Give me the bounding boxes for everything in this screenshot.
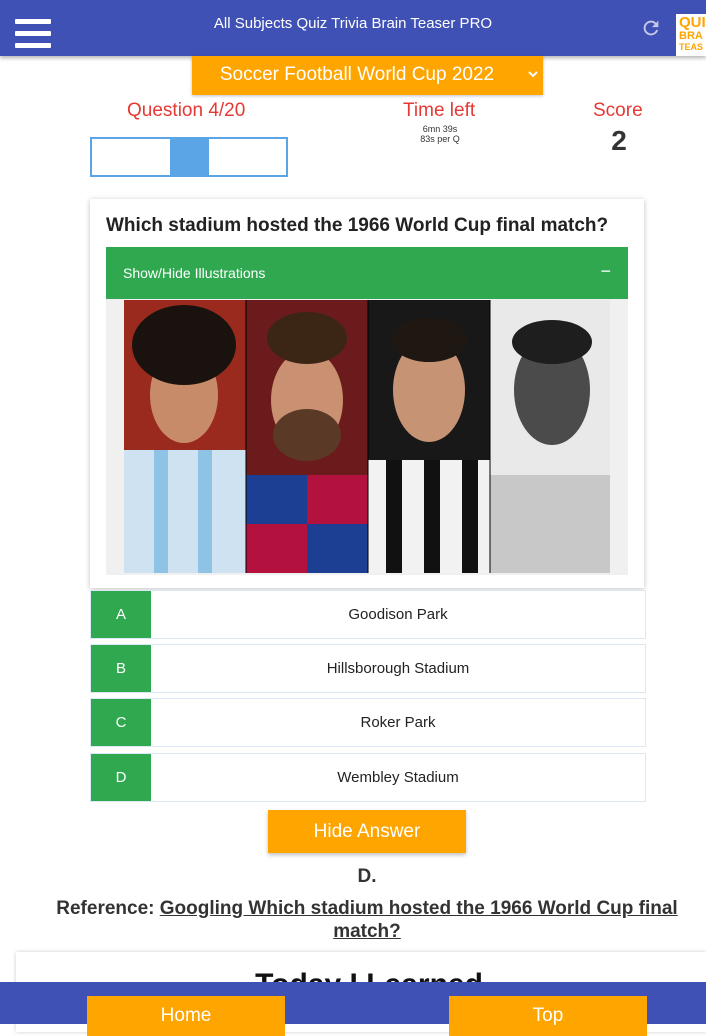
answer-letter: C xyxy=(91,699,151,746)
time-per-question: 83s per Q xyxy=(420,134,460,144)
correct-answer: D. xyxy=(357,866,377,887)
progress-fill xyxy=(170,139,209,175)
answer-text: Goodison Park xyxy=(348,606,448,623)
refresh-icon[interactable] xyxy=(640,17,662,39)
answer-text: Hillsborough Stadium xyxy=(326,660,470,677)
quiz-progress-bar xyxy=(90,137,288,177)
app-logo: QUI BRA TEAS xyxy=(676,14,706,56)
answer-option-d[interactable]: D Wembley Stadium xyxy=(90,753,646,802)
score-label: Score xyxy=(593,100,643,121)
answer-option-b[interactable]: B Hillsborough Stadium xyxy=(90,644,646,693)
chevron-down-icon xyxy=(528,71,538,78)
time-remaining: 6mn 39s xyxy=(422,124,458,134)
score-value: 2 xyxy=(611,125,627,156)
collapse-icon: − xyxy=(600,261,611,281)
answer-text: Roker Park xyxy=(360,714,436,731)
top-button[interactable]: Top xyxy=(449,996,647,1036)
illustrations-toggle-label: Show/Hide Illustrations xyxy=(123,265,266,281)
illustration-image xyxy=(124,300,610,573)
category-select[interactable]: Soccer Football World Cup 2022 xyxy=(192,56,543,95)
reference-label: Reference: xyxy=(56,898,155,919)
question-counter: Question 4/20 xyxy=(127,100,246,121)
illustrations-toggle[interactable]: Show/Hide Illustrations − xyxy=(106,247,628,299)
answer-option-c[interactable]: C Roker Park xyxy=(90,698,646,747)
question-card: Which stadium hosted the 1966 World Cup … xyxy=(90,199,644,588)
app-title: All Subjects Quiz Trivia Brain Teaser PR… xyxy=(213,15,493,32)
answer-letter: B xyxy=(91,645,151,692)
answer-letter: D xyxy=(91,754,151,801)
question-text: Which stadium hosted the 1966 World Cup … xyxy=(106,215,609,236)
time-left-label: Time left xyxy=(403,100,476,121)
category-select-value: Soccer Football World Cup 2022 xyxy=(219,64,495,85)
reference: Reference: Googling Which stadium hosted… xyxy=(40,897,694,943)
home-button[interactable]: Home xyxy=(87,996,285,1036)
top-app-bar: All Subjects Quiz Trivia Brain Teaser PR… xyxy=(0,0,706,56)
answer-letter: A xyxy=(91,591,151,638)
answer-text: Wembley Stadium xyxy=(337,769,459,786)
answer-option-a[interactable]: A Goodison Park xyxy=(90,590,646,639)
hide-answer-button[interactable]: Hide Answer xyxy=(268,810,466,853)
reference-link[interactable]: Googling Which stadium hosted the 1966 W… xyxy=(160,898,678,942)
